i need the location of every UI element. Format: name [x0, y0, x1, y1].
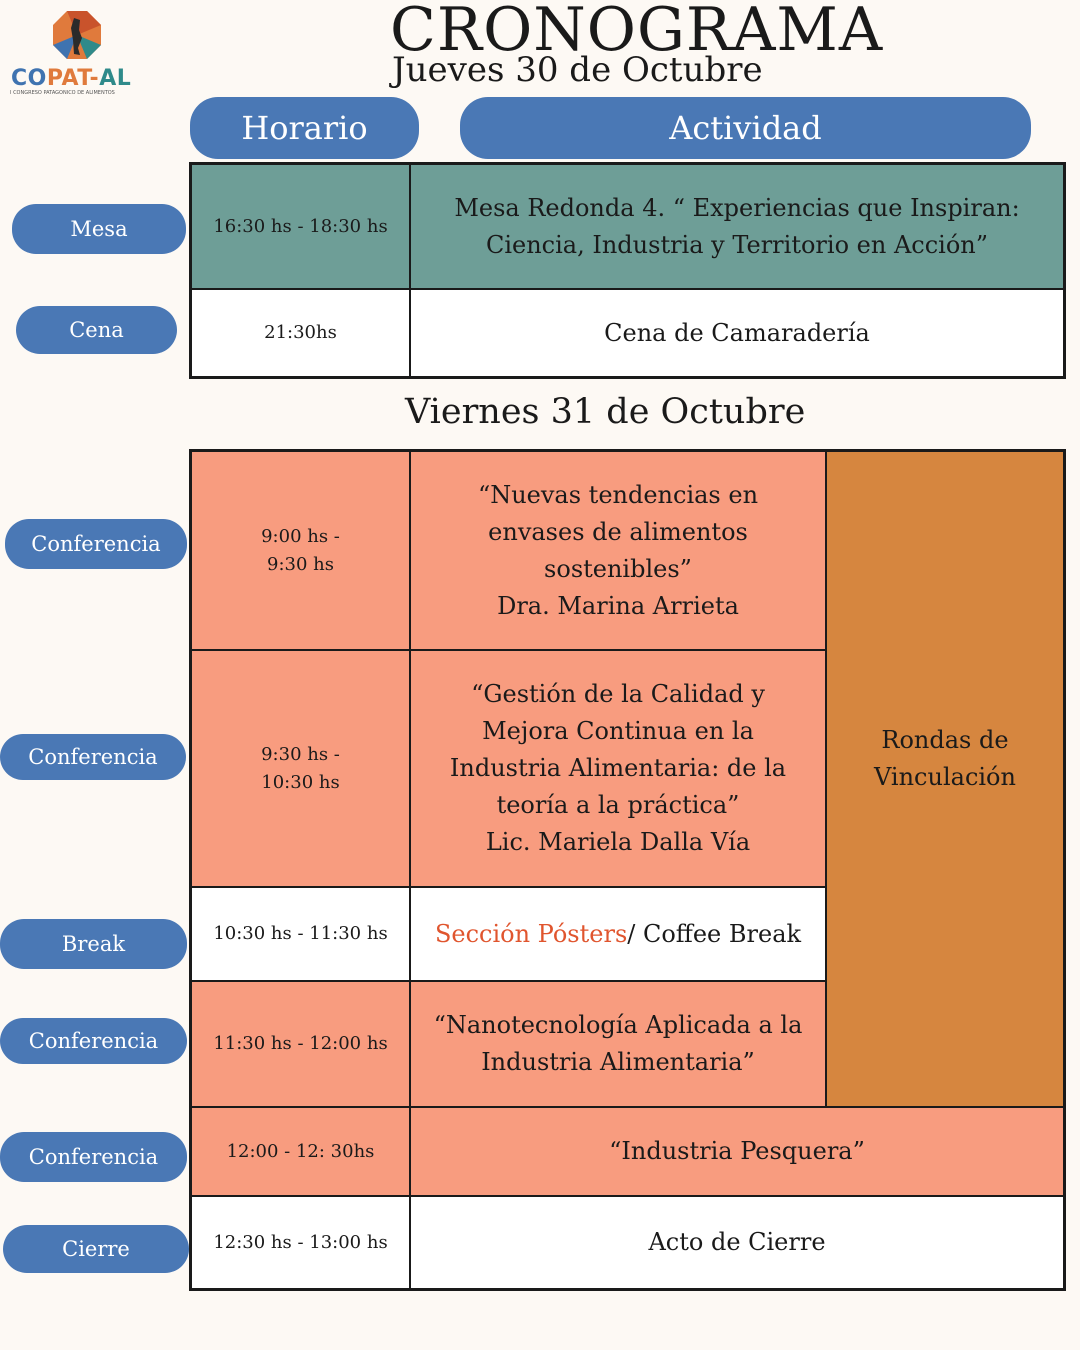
rondas-cell: Rondas de Vinculación [825, 450, 1065, 1108]
speaker-name: Dra. Marina Arrieta [497, 591, 739, 620]
activity-line: “Gestión de la Calidad y [471, 680, 765, 708]
activity-line: Industria Alimentaria: de la [449, 754, 787, 782]
rondas-line: Rondas de [881, 726, 1009, 754]
time-cell: 10:30 hs - 11:30 hs [190, 886, 411, 982]
time-cell: 21:30hs [190, 288, 411, 378]
activity-cell: “Gestión de la Calidad y Mejora Continua… [409, 649, 827, 888]
tag-conferencia-2: Conferencia [0, 734, 186, 780]
activity-text: Sección Pósters/ Coffee Break [435, 916, 801, 953]
time-cell: 12:00 - 12: 30hs [190, 1106, 411, 1197]
coffee-break-text: / Coffee Break [627, 919, 802, 948]
activity-cell: Mesa Redonda 4. “ Experiencias que Inspi… [409, 163, 1065, 290]
activity-line: envases de alimentos [488, 517, 748, 546]
tag-cena: Cena [16, 306, 177, 354]
time-cell: 16:30 hs - 18:30 hs [190, 163, 411, 290]
activity-line: Mejora Continua en la [482, 717, 754, 745]
activity-line: Industria Alimentaria” [481, 1048, 755, 1076]
copatal-logo: COPAT-AL I CONGRESO PATAGONICO DE ALIMEN… [8, 8, 148, 100]
time-cell: 9:00 hs - 9:30 hs [190, 450, 411, 651]
activity-cell: Cena de Camaradería [409, 288, 1065, 378]
tag-break: Break [0, 919, 187, 969]
activity-line: Mesa Redonda 4. “ Experiencias que Inspi… [454, 193, 1020, 222]
logo-subtitle: I CONGRESO PATAGONICO DE ALIMENTOS [10, 90, 115, 96]
posters-highlight: Sección Pósters [434, 919, 628, 948]
activity-cell: Sección Pósters/ Coffee Break [409, 886, 827, 982]
tag-conferencia-4: Conferencia [0, 1132, 187, 1182]
time-cell: 12:30 hs - 13:00 hs [190, 1195, 411, 1290]
time-text: 12:30 hs - 13:00 hs [213, 1231, 388, 1253]
time-text: 10:30 hs - 11:30 hs [213, 923, 388, 944]
activity-cell: “Nuevas tendencias en envases de aliment… [409, 450, 827, 651]
time-line: 10:30 hs [261, 771, 340, 793]
activity-text: “Industria Pesquera” [609, 1137, 865, 1165]
activity-text: Acto de Cierre [648, 1228, 826, 1256]
activity-line: teoría a la práctica” [496, 791, 740, 819]
activity-line: Ciencia, Industria y Territorio en Acció… [485, 230, 989, 259]
tag-conferencia-3: Conferencia [0, 1018, 187, 1064]
day2-date: Viernes 31 de Octubre [405, 392, 806, 432]
time-line: 9:00 hs - [261, 525, 340, 547]
time-text: 21:30hs [264, 322, 337, 343]
activity-cell: “Nanotecnología Aplicada a la Industria … [409, 980, 827, 1108]
activity-cell: Acto de Cierre [409, 1195, 1065, 1290]
header-actividad: Actividad [460, 97, 1031, 159]
time-text: 16:30 hs - 18:30 hs [213, 215, 388, 237]
day1-date: Jueves 30 de Octubre [392, 50, 763, 90]
time-text: 12:00 - 12: 30hs [226, 1140, 375, 1162]
time-line: 9:30 hs [267, 553, 334, 575]
activity-line: sostenibles” [544, 554, 692, 583]
activity-cell: “Industria Pesquera” [409, 1106, 1065, 1197]
time-text: 11:30 hs - 12:00 hs [213, 1033, 388, 1054]
time-cell: 9:30 hs - 10:30 hs [190, 649, 411, 888]
logo-wordmark: COPAT-AL [11, 66, 132, 91]
time-cell: 11:30 hs - 12:00 hs [190, 980, 411, 1108]
tag-conferencia-1: Conferencia [5, 519, 187, 569]
activity-line: “Nuevas tendencias en [477, 480, 759, 509]
tag-mesa: Mesa [12, 204, 186, 254]
octagon-emblem-icon [53, 11, 101, 59]
activity-line: “Nanotecnología Aplicada a la [433, 1011, 803, 1039]
time-line: 9:30 hs - [261, 743, 340, 765]
header-horario: Horario [190, 97, 419, 159]
speaker-name: Lic. Mariela Dalla Vía [485, 828, 751, 856]
rondas-line: Vinculación [874, 763, 1016, 791]
activity-text: Cena de Camaradería [604, 318, 870, 347]
tag-cierre: Cierre [3, 1225, 189, 1273]
